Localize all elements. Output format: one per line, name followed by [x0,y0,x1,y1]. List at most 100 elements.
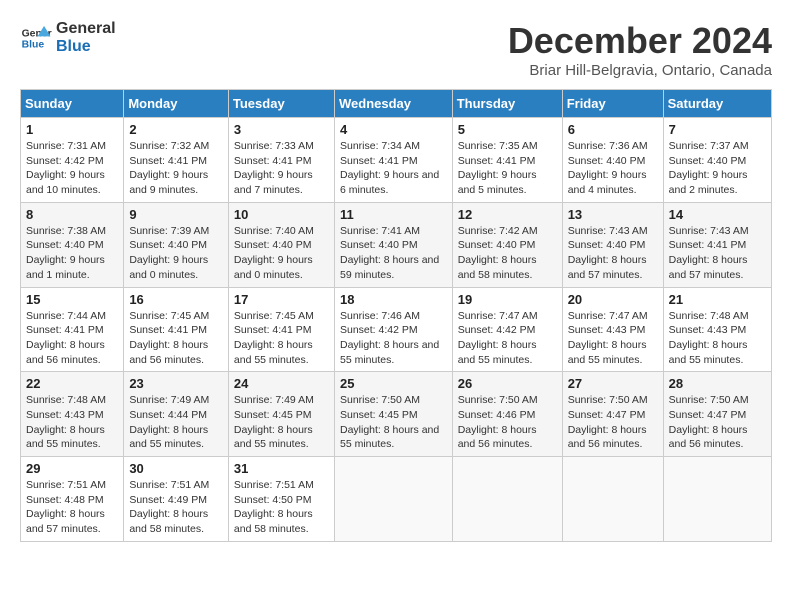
day-number: 10 [234,207,329,222]
day-info: Sunrise: 7:34 AM Sunset: 4:41 PM Dayligh… [340,139,447,198]
day-cell [562,457,663,542]
day-number: 24 [234,376,329,391]
day-number: 13 [568,207,658,222]
day-cell: 26 Sunrise: 7:50 AM Sunset: 4:46 PM Dayl… [452,372,562,457]
week-row-1: 1 Sunrise: 7:31 AM Sunset: 4:42 PM Dayli… [21,118,772,203]
column-header-tuesday: Tuesday [228,90,334,118]
day-cell: 18 Sunrise: 7:46 AM Sunset: 4:42 PM Dayl… [334,287,452,372]
day-number: 30 [129,461,223,476]
day-info: Sunrise: 7:42 AM Sunset: 4:40 PM Dayligh… [458,224,557,283]
column-header-monday: Monday [124,90,229,118]
day-cell: 27 Sunrise: 7:50 AM Sunset: 4:47 PM Dayl… [562,372,663,457]
day-info: Sunrise: 7:50 AM Sunset: 4:47 PM Dayligh… [568,393,658,452]
calendar-body: 1 Sunrise: 7:31 AM Sunset: 4:42 PM Dayli… [21,118,772,542]
column-header-saturday: Saturday [663,90,771,118]
day-info: Sunrise: 7:51 AM Sunset: 4:48 PM Dayligh… [26,478,118,537]
day-cell: 8 Sunrise: 7:38 AM Sunset: 4:40 PM Dayli… [21,202,124,287]
day-cell: 21 Sunrise: 7:48 AM Sunset: 4:43 PM Dayl… [663,287,771,372]
day-cell: 6 Sunrise: 7:36 AM Sunset: 4:40 PM Dayli… [562,118,663,203]
day-cell: 13 Sunrise: 7:43 AM Sunset: 4:40 PM Dayl… [562,202,663,287]
day-info: Sunrise: 7:39 AM Sunset: 4:40 PM Dayligh… [129,224,223,283]
week-row-3: 15 Sunrise: 7:44 AM Sunset: 4:41 PM Dayl… [21,287,772,372]
day-cell: 25 Sunrise: 7:50 AM Sunset: 4:45 PM Dayl… [334,372,452,457]
day-cell: 2 Sunrise: 7:32 AM Sunset: 4:41 PM Dayli… [124,118,229,203]
column-header-sunday: Sunday [21,90,124,118]
day-info: Sunrise: 7:47 AM Sunset: 4:42 PM Dayligh… [458,309,557,368]
day-number: 4 [340,122,447,137]
calendar-table: SundayMondayTuesdayWednesdayThursdayFrid… [20,89,772,542]
week-row-5: 29 Sunrise: 7:51 AM Sunset: 4:48 PM Dayl… [21,457,772,542]
day-number: 2 [129,122,223,137]
day-number: 20 [568,292,658,307]
day-number: 7 [669,122,766,137]
day-cell: 10 Sunrise: 7:40 AM Sunset: 4:40 PM Dayl… [228,202,334,287]
day-cell: 15 Sunrise: 7:44 AM Sunset: 4:41 PM Dayl… [21,287,124,372]
day-cell [334,457,452,542]
day-number: 26 [458,376,557,391]
logo-line2: Blue [56,38,116,56]
day-cell: 11 Sunrise: 7:41 AM Sunset: 4:40 PM Dayl… [334,202,452,287]
logo-line1: General [56,20,116,38]
day-info: Sunrise: 7:51 AM Sunset: 4:50 PM Dayligh… [234,478,329,537]
day-info: Sunrise: 7:50 AM Sunset: 4:45 PM Dayligh… [340,393,447,452]
day-number: 19 [458,292,557,307]
day-info: Sunrise: 7:49 AM Sunset: 4:45 PM Dayligh… [234,393,329,452]
page-title: December 2024 [508,20,772,62]
day-info: Sunrise: 7:38 AM Sunset: 4:40 PM Dayligh… [26,224,118,283]
page-subtitle: Briar Hill-Belgravia, Ontario, Canada [508,62,772,79]
day-number: 29 [26,461,118,476]
day-info: Sunrise: 7:31 AM Sunset: 4:42 PM Dayligh… [26,139,118,198]
day-number: 27 [568,376,658,391]
logo: General Blue General Blue [20,20,116,55]
day-number: 14 [669,207,766,222]
day-cell: 24 Sunrise: 7:49 AM Sunset: 4:45 PM Dayl… [228,372,334,457]
day-cell: 31 Sunrise: 7:51 AM Sunset: 4:50 PM Dayl… [228,457,334,542]
day-info: Sunrise: 7:45 AM Sunset: 4:41 PM Dayligh… [234,309,329,368]
day-cell: 22 Sunrise: 7:48 AM Sunset: 4:43 PM Dayl… [21,372,124,457]
day-number: 3 [234,122,329,137]
day-info: Sunrise: 7:43 AM Sunset: 4:41 PM Dayligh… [669,224,766,283]
day-number: 1 [26,122,118,137]
header: General Blue General Blue December 2024 … [20,20,772,79]
day-cell: 29 Sunrise: 7:51 AM Sunset: 4:48 PM Dayl… [21,457,124,542]
day-number: 15 [26,292,118,307]
day-info: Sunrise: 7:49 AM Sunset: 4:44 PM Dayligh… [129,393,223,452]
day-cell [452,457,562,542]
day-info: Sunrise: 7:33 AM Sunset: 4:41 PM Dayligh… [234,139,329,198]
day-info: Sunrise: 7:41 AM Sunset: 4:40 PM Dayligh… [340,224,447,283]
day-number: 9 [129,207,223,222]
day-cell [663,457,771,542]
day-info: Sunrise: 7:48 AM Sunset: 4:43 PM Dayligh… [669,309,766,368]
day-cell: 7 Sunrise: 7:37 AM Sunset: 4:40 PM Dayli… [663,118,771,203]
day-number: 6 [568,122,658,137]
day-cell: 12 Sunrise: 7:42 AM Sunset: 4:40 PM Dayl… [452,202,562,287]
day-info: Sunrise: 7:37 AM Sunset: 4:40 PM Dayligh… [669,139,766,198]
day-number: 28 [669,376,766,391]
column-header-friday: Friday [562,90,663,118]
logo-icon: General Blue [20,22,52,54]
day-number: 12 [458,207,557,222]
day-cell: 23 Sunrise: 7:49 AM Sunset: 4:44 PM Dayl… [124,372,229,457]
calendar-header-row: SundayMondayTuesdayWednesdayThursdayFrid… [21,90,772,118]
day-cell: 3 Sunrise: 7:33 AM Sunset: 4:41 PM Dayli… [228,118,334,203]
day-cell: 14 Sunrise: 7:43 AM Sunset: 4:41 PM Dayl… [663,202,771,287]
day-info: Sunrise: 7:50 AM Sunset: 4:46 PM Dayligh… [458,393,557,452]
column-header-thursday: Thursday [452,90,562,118]
column-header-wednesday: Wednesday [334,90,452,118]
day-number: 17 [234,292,329,307]
day-info: Sunrise: 7:45 AM Sunset: 4:41 PM Dayligh… [129,309,223,368]
day-number: 21 [669,292,766,307]
day-cell: 20 Sunrise: 7:47 AM Sunset: 4:43 PM Dayl… [562,287,663,372]
day-number: 31 [234,461,329,476]
week-row-2: 8 Sunrise: 7:38 AM Sunset: 4:40 PM Dayli… [21,202,772,287]
day-info: Sunrise: 7:51 AM Sunset: 4:49 PM Dayligh… [129,478,223,537]
day-info: Sunrise: 7:47 AM Sunset: 4:43 PM Dayligh… [568,309,658,368]
day-info: Sunrise: 7:43 AM Sunset: 4:40 PM Dayligh… [568,224,658,283]
day-cell: 1 Sunrise: 7:31 AM Sunset: 4:42 PM Dayli… [21,118,124,203]
day-number: 22 [26,376,118,391]
day-info: Sunrise: 7:44 AM Sunset: 4:41 PM Dayligh… [26,309,118,368]
day-number: 23 [129,376,223,391]
svg-text:Blue: Blue [22,39,45,50]
day-info: Sunrise: 7:32 AM Sunset: 4:41 PM Dayligh… [129,139,223,198]
day-info: Sunrise: 7:50 AM Sunset: 4:47 PM Dayligh… [669,393,766,452]
